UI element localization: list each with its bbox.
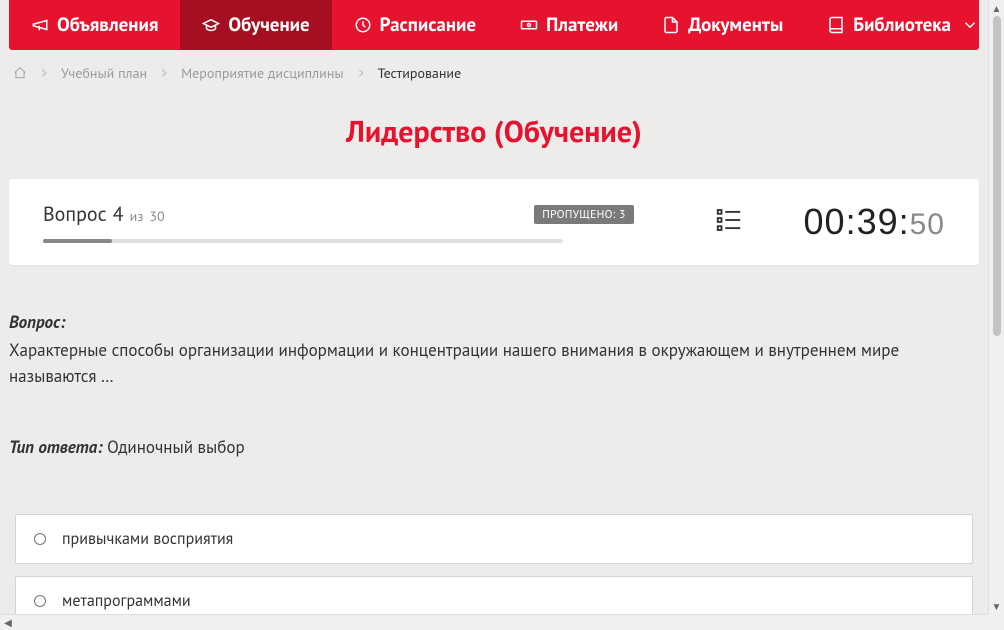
scroll-up-arrow-icon[interactable]: ▲ (989, 0, 1004, 16)
answer-option[interactable]: привычками восприятия (15, 514, 973, 564)
chevron-right-icon (157, 66, 171, 80)
question-label: Вопрос: (9, 311, 65, 333)
answer-type-label: Тип ответа: (9, 436, 103, 458)
answer-option[interactable]: метапрограммами (15, 576, 973, 614)
megaphone-icon (31, 16, 49, 34)
nav-item-label: Расписание (380, 13, 476, 37)
nav-item-label: Обучение (228, 13, 309, 37)
nav-schedule[interactable]: Расписание (332, 0, 498, 50)
file-icon (662, 16, 680, 34)
timer: 00:39:50 (804, 201, 945, 243)
book-icon (827, 16, 845, 34)
breadcrumb-item-current: Тестирование (378, 64, 462, 82)
banknote-icon (520, 16, 538, 34)
nav-item-label: Платежи (546, 13, 618, 37)
scroll-left-arrow-icon[interactable]: ◀ (0, 615, 16, 630)
nav-education[interactable]: Обучение (180, 0, 331, 50)
question-total: 30 (149, 207, 164, 225)
option-text: привычками восприятия (62, 529, 233, 549)
breadcrumb: Учебный план Мероприятие дисциплины Тест… (9, 50, 979, 92)
question-of-word: из (130, 207, 144, 225)
nav-announcements[interactable]: Объявления (9, 0, 180, 50)
chevron-right-icon (354, 66, 368, 80)
breadcrumb-item[interactable]: Учебный план (61, 64, 147, 82)
vertical-scrollbar[interactable]: ▲ ▼ (988, 0, 1004, 614)
timer-ms: 50 (910, 208, 945, 241)
horizontal-scrollbar[interactable]: ◀ ▶ (0, 614, 1004, 630)
scroll-area[interactable]: Объявления Обучение Расписание (0, 0, 988, 614)
scroll-thumb[interactable] (993, 16, 1001, 336)
scroll-down-arrow-icon[interactable]: ▼ (989, 598, 1004, 614)
question-text: Характерные способы организации информац… (9, 337, 979, 390)
progress-bar (43, 239, 563, 243)
scroll-corner (988, 614, 1004, 630)
chevron-right-icon (37, 66, 51, 80)
question-number: 4 (113, 201, 124, 227)
radio-icon (34, 533, 46, 545)
nav-documents[interactable]: Документы (640, 0, 805, 50)
nav-item-label: Объявления (57, 13, 158, 37)
question-list-icon[interactable] (714, 220, 744, 240)
option-text: метапрограммами (62, 591, 191, 611)
radio-icon (34, 595, 46, 607)
nav-payments[interactable]: Платежи (498, 0, 640, 50)
chevron-down-icon (961, 16, 979, 34)
home-icon[interactable] (13, 66, 27, 80)
timer-main: 00:39: (804, 201, 910, 242)
main-navbar: Объявления Обучение Расписание (9, 0, 979, 50)
breadcrumb-item[interactable]: Мероприятие дисциплины (181, 64, 344, 82)
nav-library[interactable]: Библиотека (805, 0, 988, 50)
nav-item-label: Библиотека (853, 13, 951, 37)
question-word: Вопрос (43, 201, 107, 227)
answer-type-value: Одиночный выбор (107, 436, 245, 458)
graduation-cap-icon (202, 16, 220, 34)
clock-icon (354, 16, 372, 34)
skipped-badge: ПРОПУЩЕНО: 3 (534, 205, 633, 224)
nav-item-label: Документы (688, 13, 783, 37)
question-progress-card: Вопрос 4 из 30 ПРОПУЩЕНО: 3 (9, 179, 979, 265)
progress-fill (43, 239, 112, 243)
page-title: Лидерство (Обучение) (9, 112, 979, 151)
